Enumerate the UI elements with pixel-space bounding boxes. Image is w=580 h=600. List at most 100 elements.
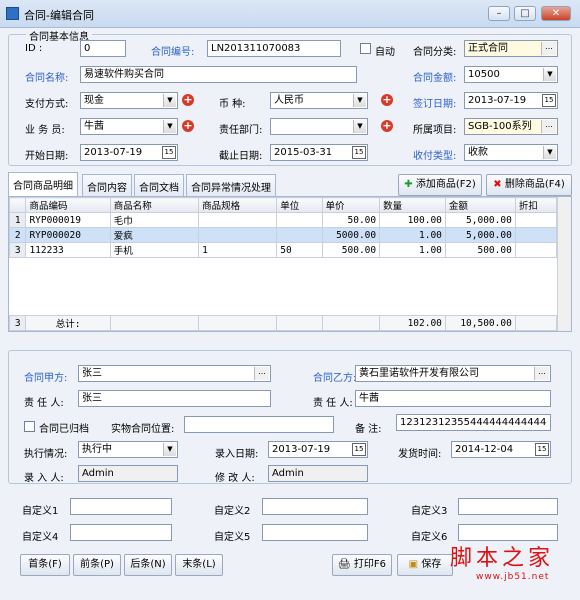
id-field[interactable]: 0 bbox=[80, 40, 126, 57]
calendar-icon[interactable]: 15 bbox=[352, 443, 366, 456]
item-price-cell[interactable]: 5000.00 bbox=[321, 227, 381, 243]
tab-contract-items[interactable]: 合同商品明细 bbox=[8, 172, 78, 196]
party-a-lookup-button[interactable]: ... bbox=[254, 367, 269, 380]
entry-date-field[interactable]: 2013-07-19 15 bbox=[268, 441, 368, 458]
party-a-rep-field[interactable]: 张三 bbox=[78, 390, 271, 407]
contract-code-field[interactable]: LN201311070083 bbox=[207, 40, 341, 57]
custom6-field[interactable] bbox=[458, 524, 558, 541]
minimize-button[interactable]: – bbox=[488, 6, 510, 21]
column-header[interactable]: 数量 bbox=[379, 197, 446, 213]
start-date-field[interactable]: 2013-07-19 15 bbox=[80, 144, 178, 161]
tab-contract-docs[interactable]: 合同文档 bbox=[134, 174, 184, 196]
chevron-down-icon[interactable]: ▼ bbox=[353, 94, 366, 107]
maximize-button[interactable]: □ bbox=[514, 6, 536, 21]
add-staff-icon[interactable]: + bbox=[182, 120, 194, 132]
column-header[interactable]: 折扣 bbox=[514, 197, 558, 213]
item-amount-cell[interactable]: 5,000.00 bbox=[444, 227, 516, 243]
custom4-field[interactable] bbox=[70, 524, 172, 541]
item-unit-cell[interactable] bbox=[276, 227, 323, 243]
item-discount-cell[interactable] bbox=[514, 227, 558, 243]
item-spec-cell[interactable] bbox=[198, 227, 278, 243]
first-record-button[interactable]: 首条(F) bbox=[20, 554, 70, 576]
item-code-cell[interactable]: 112233 bbox=[25, 242, 111, 258]
tab-contract-content[interactable]: 合同内容 bbox=[82, 174, 132, 196]
chevron-down-icon[interactable]: ▼ bbox=[163, 443, 176, 456]
calendar-icon[interactable]: 15 bbox=[542, 94, 556, 107]
save-button[interactable]: ▣ 保存 bbox=[397, 554, 453, 576]
column-header[interactable]: 单位 bbox=[276, 197, 323, 213]
prev-record-button[interactable]: 前条(P) bbox=[73, 554, 121, 576]
contract-name-field[interactable]: 易速软件购买合同 bbox=[80, 66, 357, 83]
grid-vertical-scrollbar[interactable] bbox=[557, 197, 571, 331]
chevron-down-icon[interactable]: ▼ bbox=[543, 68, 556, 81]
item-qty-cell[interactable]: 1.00 bbox=[379, 242, 446, 258]
table-row[interactable]: 1 RYP000019 毛巾 50.00 100.00 5,000.00 bbox=[9, 212, 558, 228]
item-discount-cell[interactable] bbox=[514, 242, 558, 258]
calendar-icon[interactable]: 15 bbox=[352, 146, 366, 159]
chevron-down-icon[interactable]: ▼ bbox=[163, 94, 176, 107]
execution-select[interactable]: 执行中 ▼ bbox=[78, 441, 178, 458]
item-unit-cell[interactable]: 50 bbox=[276, 242, 323, 258]
chevron-down-icon[interactable]: ▼ bbox=[353, 120, 366, 133]
last-record-button[interactable]: 末条(L) bbox=[175, 554, 223, 576]
item-code-cell[interactable]: RYP000019 bbox=[25, 212, 111, 228]
add-item-button[interactable]: ✚ 添加商品(F2) bbox=[398, 174, 482, 196]
table-row[interactable]: 3 112233 手机 1 50 500.00 1.00 500.00 bbox=[9, 242, 558, 258]
sign-date-field[interactable]: 2013-07-19 15 bbox=[464, 92, 558, 109]
add-payment-icon[interactable]: + bbox=[182, 94, 194, 106]
table-row[interactable]: 2 RYP000020 爱疯 5000.00 1.00 5,000.00 bbox=[9, 227, 558, 243]
item-name-cell[interactable]: 爱疯 bbox=[109, 227, 200, 243]
item-unit-cell[interactable] bbox=[276, 212, 323, 228]
delete-item-button[interactable]: ✖ 删除商品(F4) bbox=[486, 174, 572, 196]
item-amount-cell[interactable]: 500.00 bbox=[444, 242, 516, 258]
item-qty-cell[interactable]: 100.00 bbox=[379, 212, 446, 228]
project-lookup-button[interactable]: ... bbox=[541, 120, 556, 133]
column-header[interactable]: 金额 bbox=[444, 197, 516, 213]
category-lookup-button[interactable]: ... bbox=[541, 42, 556, 55]
end-date-field[interactable]: 2015-03-31 15 bbox=[270, 144, 368, 161]
item-discount-cell[interactable] bbox=[514, 212, 558, 228]
calendar-icon[interactable]: 15 bbox=[535, 443, 549, 456]
item-price-cell[interactable]: 50.00 bbox=[321, 212, 381, 228]
item-code-cell[interactable]: RYP000020 bbox=[25, 227, 111, 243]
department-select[interactable]: ▼ bbox=[270, 118, 368, 135]
item-qty-cell[interactable]: 1.00 bbox=[379, 227, 446, 243]
receipt-type-select[interactable]: 收款 ▼ bbox=[464, 144, 558, 161]
custom3-field[interactable] bbox=[458, 498, 558, 515]
party-a-field[interactable]: 张三... bbox=[78, 365, 271, 382]
contract-amount-field[interactable]: 10500 ▼ bbox=[464, 66, 558, 83]
party-b-lookup-button[interactable]: ... bbox=[534, 367, 549, 380]
ship-date-field[interactable]: 2014-12-04 15 bbox=[451, 441, 551, 458]
item-name-cell[interactable]: 手机 bbox=[109, 242, 200, 258]
calendar-icon[interactable]: 15 bbox=[162, 146, 176, 159]
item-amount-cell[interactable]: 5,000.00 bbox=[444, 212, 516, 228]
archived-checkbox[interactable] bbox=[24, 421, 35, 432]
custom5-field[interactable] bbox=[262, 524, 368, 541]
item-spec-cell[interactable] bbox=[198, 212, 278, 228]
column-header[interactable]: 商品规格 bbox=[198, 197, 278, 213]
close-button[interactable]: ✕ bbox=[541, 6, 571, 21]
party-b-rep-field[interactable]: 牛茜 bbox=[355, 390, 551, 407]
add-currency-icon[interactable]: + bbox=[381, 94, 393, 106]
item-spec-cell[interactable]: 1 bbox=[198, 242, 278, 258]
custom1-field[interactable] bbox=[70, 498, 172, 515]
add-department-icon[interactable]: + bbox=[381, 120, 393, 132]
column-header[interactable]: 商品名称 bbox=[109, 197, 200, 213]
physical-location-field[interactable] bbox=[184, 416, 334, 433]
column-header[interactable]: 单价 bbox=[321, 197, 381, 213]
category-field[interactable]: 正式合同... bbox=[464, 40, 558, 57]
payment-select[interactable]: 现金 ▼ bbox=[80, 92, 178, 109]
auto-checkbox[interactable] bbox=[360, 43, 371, 54]
item-name-cell[interactable]: 毛巾 bbox=[109, 212, 200, 228]
note-field[interactable]: 12312312355444444444444 bbox=[396, 414, 551, 431]
currency-select[interactable]: 人民币 ▼ bbox=[270, 92, 368, 109]
project-field[interactable]: SGB-100系列... bbox=[464, 118, 558, 135]
column-header[interactable]: 商品编码 bbox=[25, 197, 111, 213]
custom2-field[interactable] bbox=[262, 498, 368, 515]
tab-contract-exceptions[interactable]: 合同异常情况处理 bbox=[186, 174, 276, 196]
item-price-cell[interactable]: 500.00 bbox=[321, 242, 381, 258]
print-button[interactable]: 🖨 打印F6 bbox=[332, 554, 392, 576]
staff-select[interactable]: 牛茜 ▼ bbox=[80, 118, 178, 135]
next-record-button[interactable]: 后条(N) bbox=[124, 554, 172, 576]
chevron-down-icon[interactable]: ▼ bbox=[163, 120, 176, 133]
